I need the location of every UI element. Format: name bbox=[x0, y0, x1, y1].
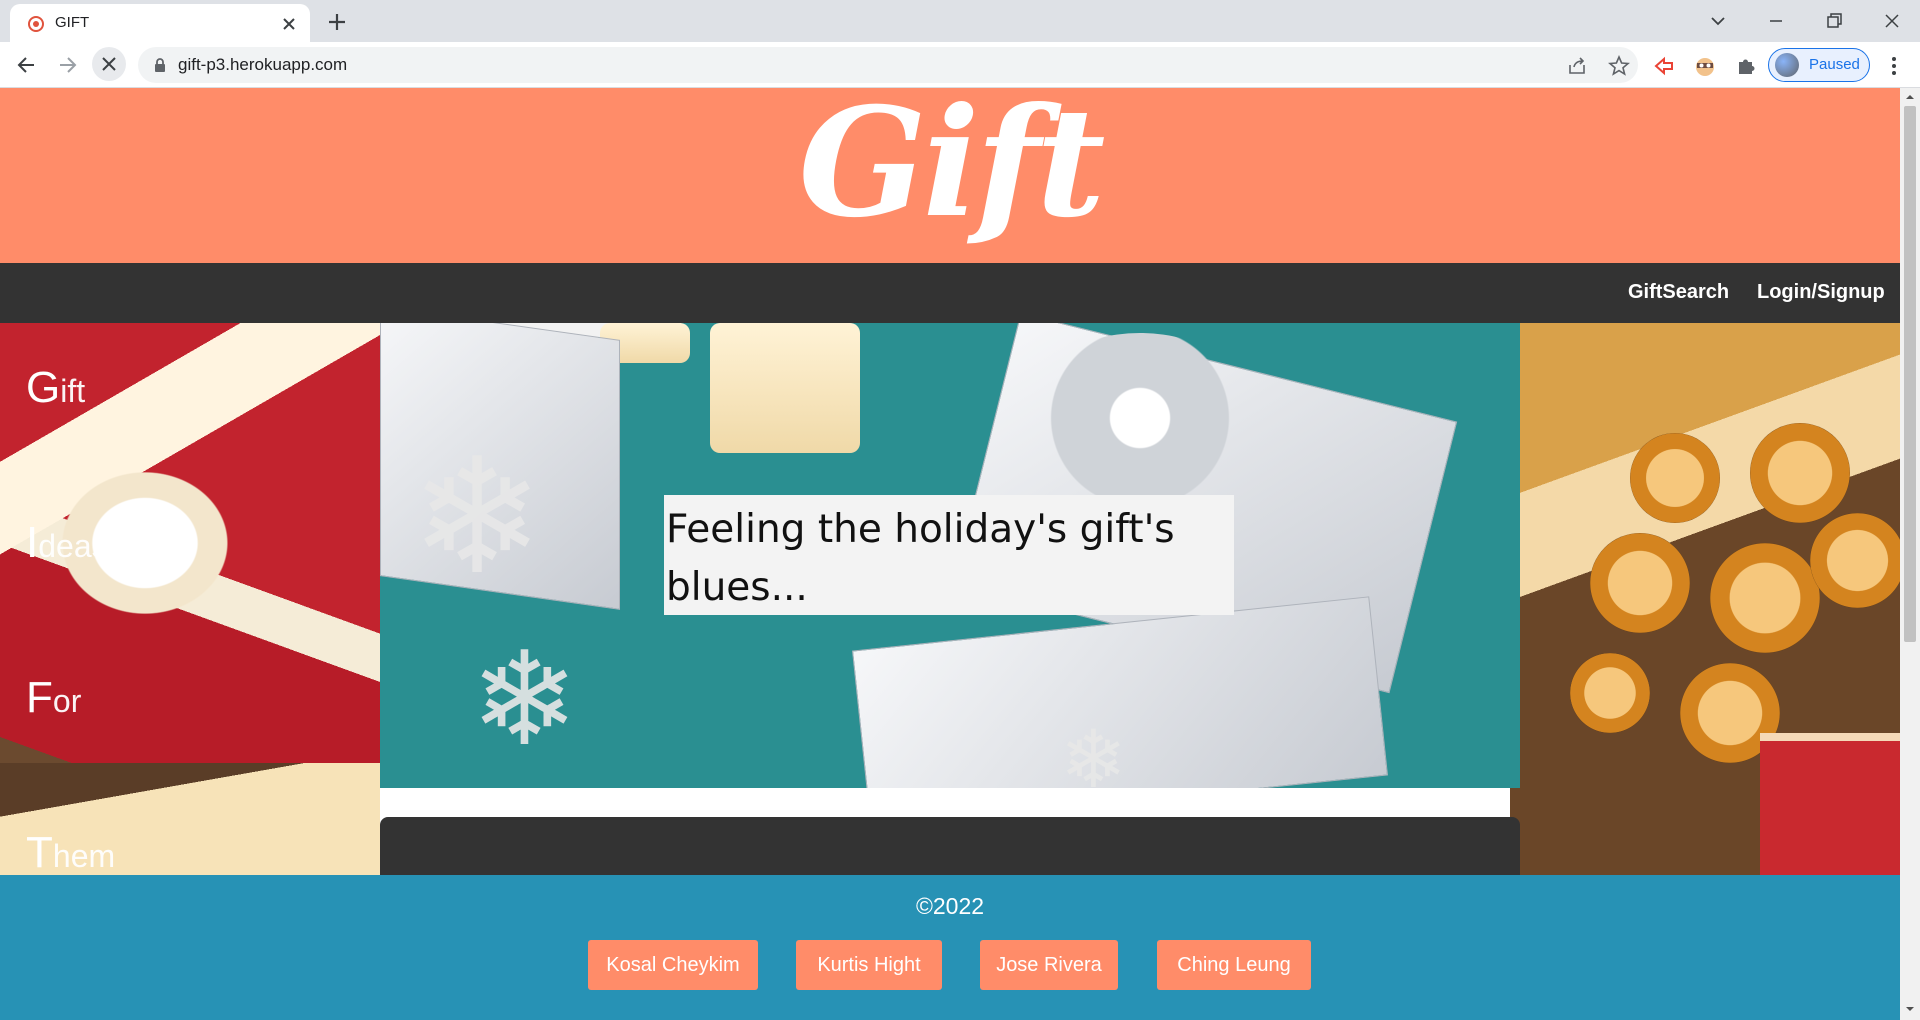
forward-arrow-icon[interactable] bbox=[54, 52, 80, 78]
dried-orange-slice bbox=[1750, 423, 1850, 523]
share-icon[interactable] bbox=[1566, 55, 1588, 77]
bookmark-star-icon[interactable] bbox=[1608, 55, 1630, 77]
snowflake-decoration: ❄ bbox=[410, 423, 545, 610]
address-bar[interactable]: gift-p3.herokuapp.com bbox=[138, 47, 1638, 83]
site-nav: GiftSearch Login/Signup bbox=[0, 263, 1900, 323]
dried-orange-slice bbox=[1810, 513, 1900, 608]
side-word-gift: Gift bbox=[26, 363, 86, 412]
nav-link-login-signup[interactable]: Login/Signup bbox=[1757, 281, 1885, 304]
scrollbar-thumb[interactable] bbox=[1904, 106, 1916, 642]
page-viewport: Gift GiftSearch Login/Signup ❄ ❄ ❄ Feeli… bbox=[0, 88, 1900, 1020]
dried-orange-slice bbox=[1630, 433, 1720, 523]
scroll-down-arrow-icon[interactable] bbox=[1905, 1004, 1915, 1014]
author-button-kurtis-hight[interactable]: Kurtis Hight bbox=[796, 940, 942, 990]
dried-orange-slice bbox=[1710, 543, 1820, 653]
site-footer: ©2022 Kosal Cheykim Kurtis Hight Jose Ri… bbox=[0, 875, 1900, 1020]
browser-tab[interactable]: GIFT bbox=[10, 4, 310, 42]
minimize-icon[interactable] bbox=[1763, 8, 1789, 34]
profile-status-label: Paused bbox=[1809, 56, 1860, 73]
back-arrow-icon[interactable] bbox=[14, 52, 40, 78]
side-word-them: Them bbox=[26, 828, 116, 875]
profile-button[interactable]: Paused bbox=[1768, 48, 1870, 82]
site-logo[interactable]: Gift bbox=[0, 88, 1900, 238]
hero-caption-text: Feeling the holiday's gift's blues... bbox=[666, 507, 1175, 610]
site-favicon-icon bbox=[28, 16, 44, 32]
dried-orange-slice bbox=[1590, 533, 1690, 633]
snowflake-decoration: ❄ bbox=[470, 623, 579, 775]
extensions-puzzle-icon[interactable] bbox=[1734, 54, 1758, 78]
right-oranges-photo bbox=[1510, 323, 1900, 875]
extension-red-arrow-icon[interactable] bbox=[1652, 54, 1676, 78]
restore-icon[interactable] bbox=[1821, 8, 1847, 34]
dried-orange-slice bbox=[1570, 653, 1650, 733]
browser-toolbar: gift-p3.herokuapp.com Paused bbox=[0, 42, 1920, 88]
scroll-up-arrow-icon[interactable] bbox=[1905, 92, 1915, 102]
candle-shape bbox=[710, 323, 860, 453]
close-tab-icon[interactable] bbox=[280, 15, 298, 33]
url-text: gift-p3.herokuapp.com bbox=[178, 55, 348, 74]
tab-title: GIFT bbox=[55, 14, 90, 31]
extension-face-icon[interactable] bbox=[1693, 54, 1717, 78]
author-button-kosal-cheykim[interactable]: Kosal Cheykim bbox=[588, 940, 758, 990]
side-word-ideas: Ideas bbox=[26, 518, 108, 567]
hero-section: ❄ ❄ ❄ Feeling the holiday's gift's blues… bbox=[0, 323, 1900, 875]
tab-search-chevron-icon[interactable] bbox=[1705, 8, 1731, 34]
new-tab-icon[interactable] bbox=[325, 10, 349, 34]
author-button-ching-leung[interactable]: Ching Leung bbox=[1157, 940, 1311, 990]
snowflake-decoration: ❄ bbox=[1060, 713, 1128, 788]
nav-link-giftsearch[interactable]: GiftSearch bbox=[1628, 281, 1729, 304]
close-window-icon[interactable] bbox=[1879, 8, 1905, 34]
copyright-text: ©2022 bbox=[915, 893, 985, 919]
kebab-menu-icon[interactable] bbox=[1882, 54, 1906, 78]
avatar bbox=[1775, 53, 1799, 77]
author-button-jose-rivera[interactable]: Jose Rivera bbox=[980, 940, 1118, 990]
content-card bbox=[380, 817, 1520, 875]
side-word-for: For bbox=[26, 673, 82, 722]
red-gift-box-shape bbox=[1760, 733, 1900, 875]
site-header: Gift bbox=[0, 88, 1900, 263]
hero-caption: Feeling the holiday's gift's blues... bbox=[664, 495, 1234, 615]
lock-icon bbox=[155, 58, 165, 72]
stop-loading-button[interactable] bbox=[92, 47, 126, 81]
silver-bow-shape bbox=[1020, 333, 1260, 503]
vertical-scrollbar[interactable] bbox=[1900, 88, 1920, 1020]
stop-x-icon bbox=[102, 57, 116, 71]
hero-image: ❄ ❄ ❄ Feeling the holiday's gift's blues… bbox=[380, 323, 1520, 788]
tab-strip: GIFT bbox=[0, 0, 1920, 42]
